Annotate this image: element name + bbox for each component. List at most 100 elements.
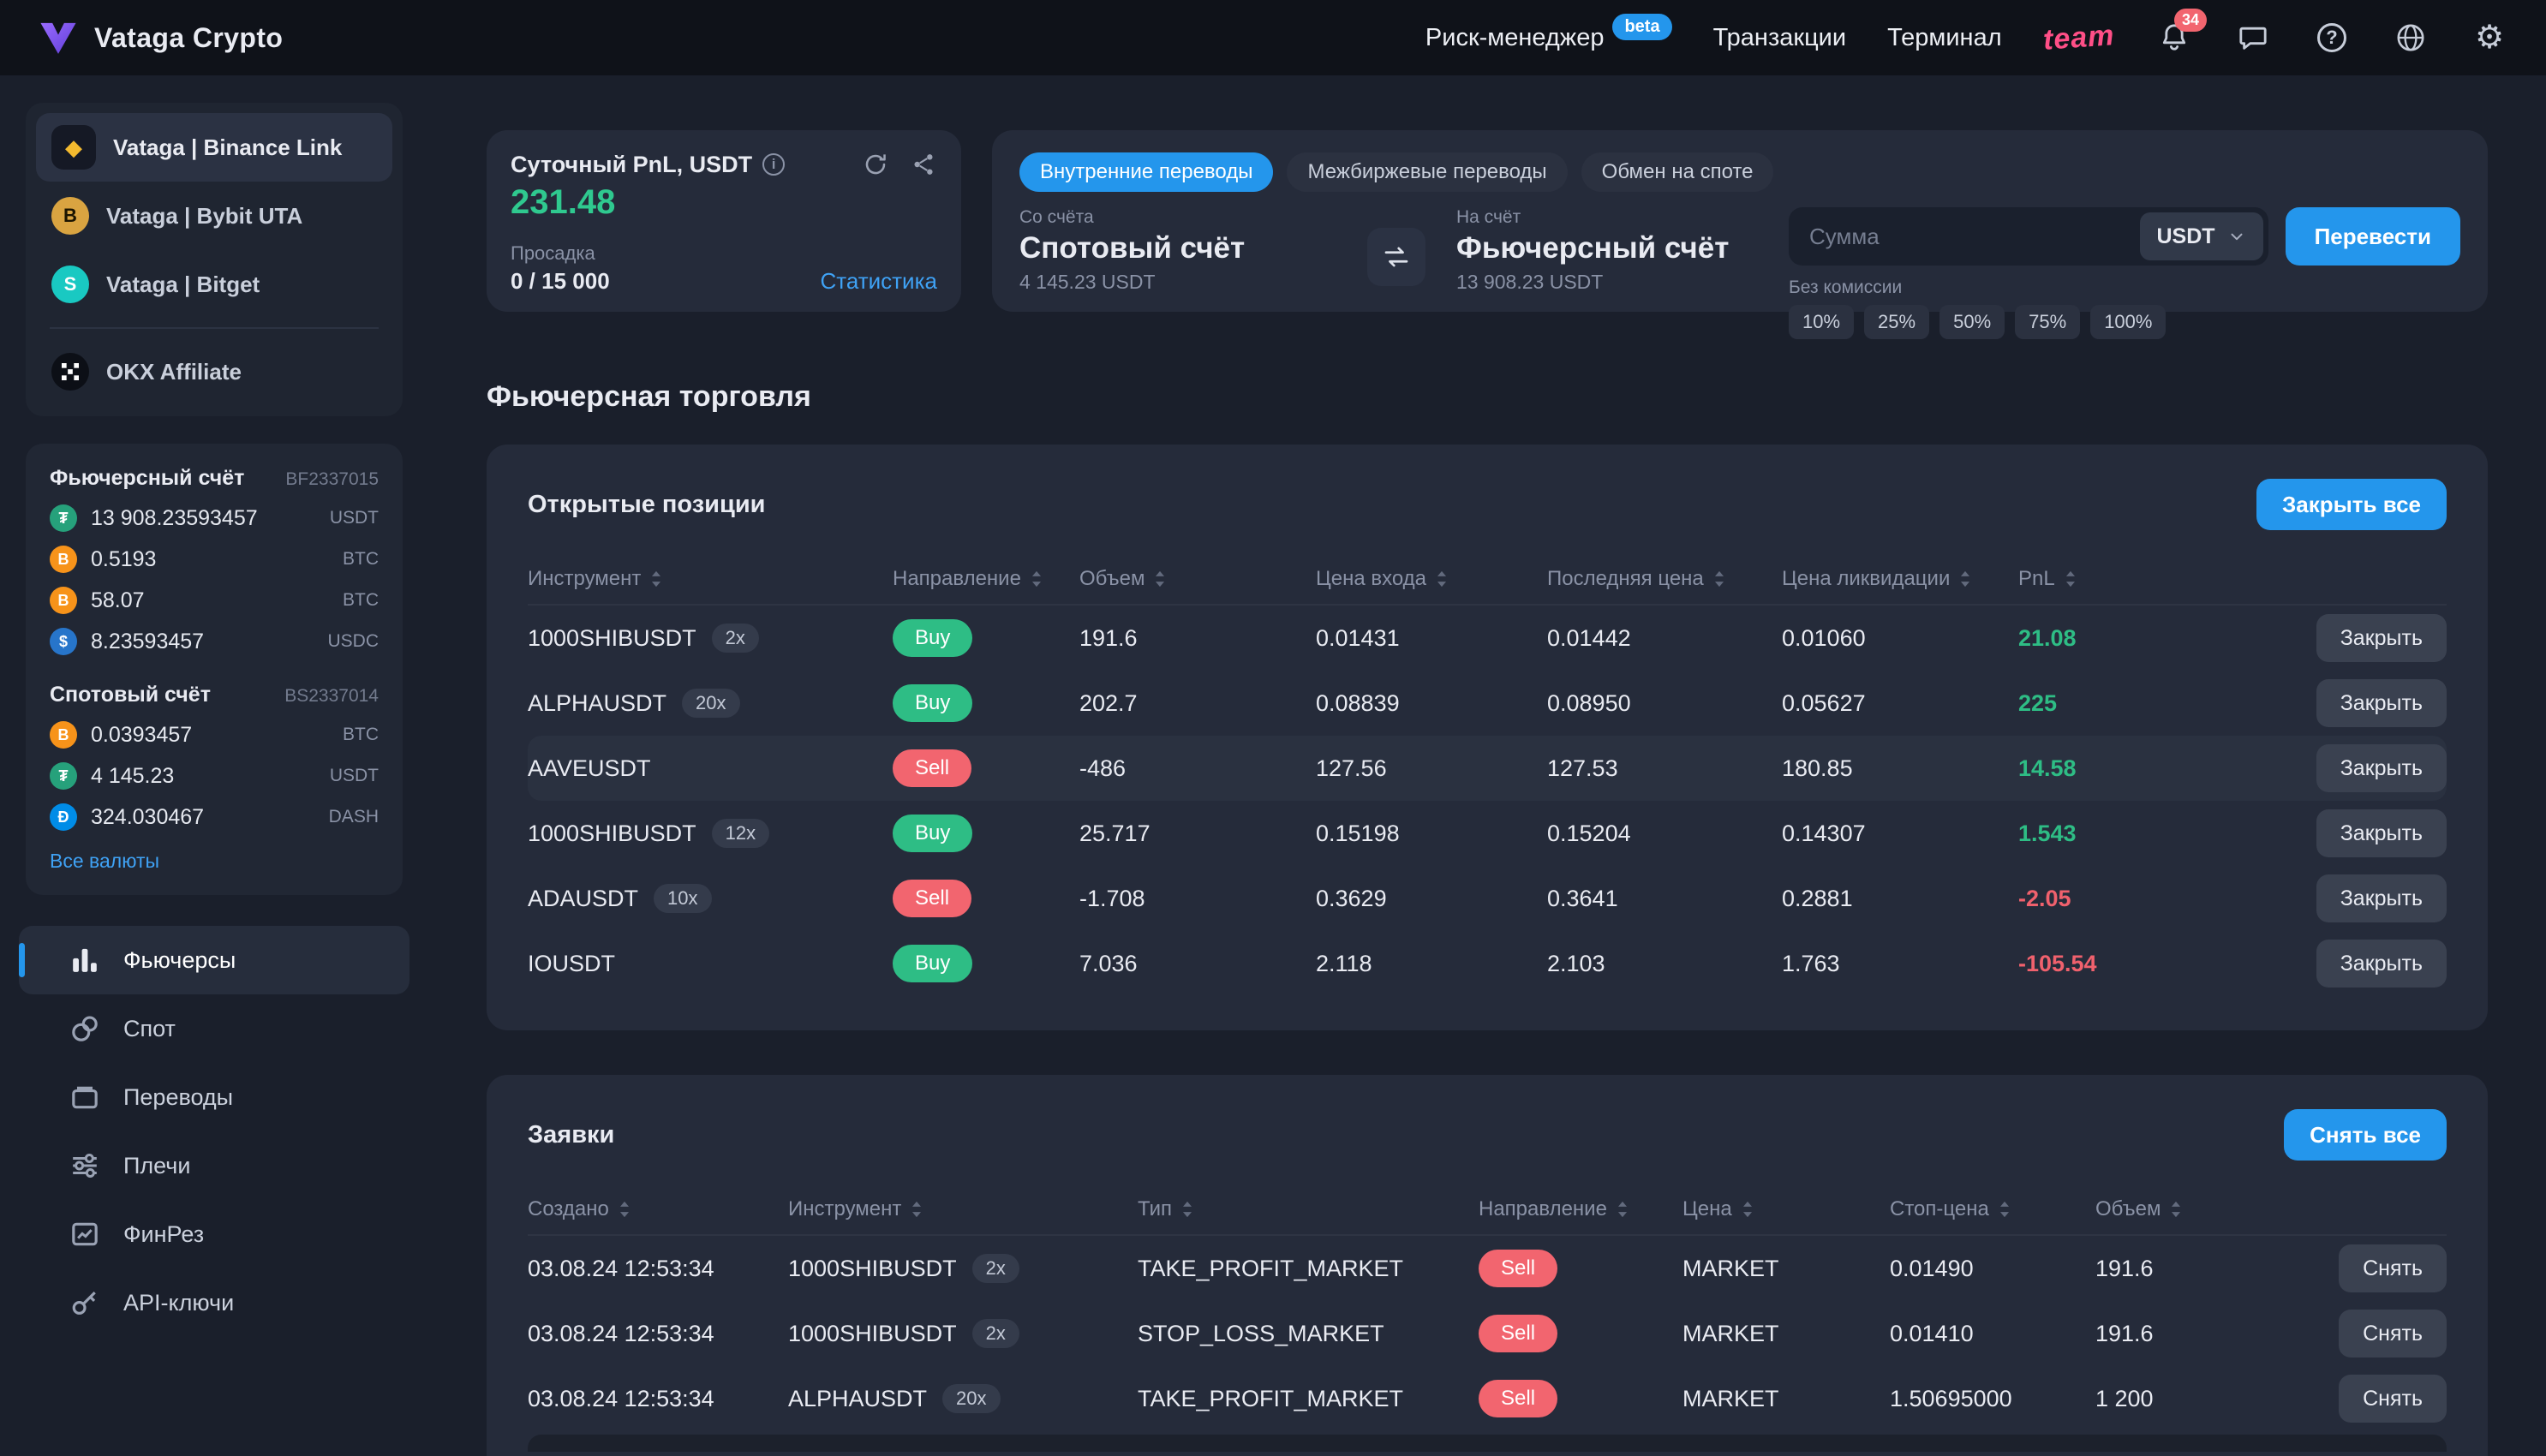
col-price[interactable]: Цена [1682, 1197, 1890, 1221]
sidebar-item-spot[interactable]: Спот [19, 994, 409, 1063]
col-entry-price[interactable]: Цена входа [1316, 567, 1547, 591]
orders-card: Заявки Снять все Создано Инструмент Тип … [487, 1075, 2488, 1456]
balance-row: B 0.5193 BTC [50, 546, 379, 573]
sliders-icon [70, 1151, 99, 1180]
btc-icon: B [50, 721, 77, 749]
position-row: ADAUSDT10x Sell -1.708 0.3629 0.3641 0.2… [528, 866, 2447, 931]
dash-icon: Ð [50, 803, 77, 831]
col-instrument[interactable]: Инструмент [788, 1197, 1138, 1221]
notifications-bell-icon[interactable]: 34 [2155, 19, 2193, 57]
info-icon[interactable]: i [762, 153, 785, 176]
account-label: Vataga | Bitget [106, 272, 260, 298]
balance-amount: 324.030467 [91, 805, 315, 830]
col-instrument[interactable]: Инструмент [528, 567, 893, 591]
cell-instrument: 1000SHIBUSDT2x [528, 624, 893, 653]
nav-terminal[interactable]: Терминал [1887, 24, 2002, 52]
sidebar-item-transfers[interactable]: Переводы [19, 1063, 409, 1131]
transfer-from-account[interactable]: Со счёта Спотовый счёт 4 145.23 USDT [1019, 207, 1336, 339]
close-position-button[interactable]: Закрыть [2316, 940, 2447, 988]
nav-transactions[interactable]: Транзакции [1713, 24, 1846, 52]
from-account-balance: 4 145.23 USDT [1019, 271, 1336, 294]
cell-entry: 0.01431 [1316, 625, 1547, 652]
balance-row: B 0.0393457 BTC [50, 721, 379, 749]
account-okx-affiliate[interactable]: OKX Affiliate [36, 337, 392, 406]
balance-ticker: BTC [343, 590, 379, 611]
percent-50-button[interactable]: 50% [1939, 305, 2005, 339]
cancel-order-button[interactable]: Снять [2339, 1244, 2447, 1292]
account-bitget[interactable]: S Vataga | Bitget [36, 250, 392, 319]
nav-risk-manager[interactable]: Риск-менеджер beta [1425, 24, 1672, 52]
account-label: Vataga | Bybit UTA [106, 203, 302, 230]
refresh-icon[interactable] [862, 151, 889, 178]
spot-coins-icon [70, 1014, 99, 1043]
settings-gear-icon[interactable]: ⚙ [2471, 19, 2508, 57]
bitget-icon: S [51, 266, 89, 303]
col-last-price[interactable]: Последняя цена [1547, 567, 1782, 591]
close-position-button[interactable]: Закрыть [2316, 874, 2447, 922]
help-icon[interactable]: ? [2313, 19, 2351, 57]
account-bybit-uta[interactable]: B Vataga | Bybit UTA [36, 182, 392, 250]
percent-75-button[interactable]: 75% [2015, 305, 2080, 339]
language-globe-icon[interactable] [2392, 19, 2429, 57]
sidebar-item-futures[interactable]: Фьючерсы [19, 926, 409, 994]
col-stop-price[interactable]: Стоп-цена [1890, 1197, 2095, 1221]
percent-100-button[interactable]: 100% [2090, 305, 2166, 339]
cell-liq: 1.763 [1782, 951, 2018, 977]
transfer-submit-button[interactable]: Перевести [2286, 207, 2460, 266]
sidebar-item-api-keys[interactable]: API-ключи [19, 1268, 409, 1337]
sidebar: ◆ Vataga | Binance Link B Vataga | Bybit… [0, 75, 428, 1456]
swap-accounts-button[interactable] [1367, 228, 1425, 286]
order-row: 03.08.24 12:53:34 1000SHIBUSDT2x STOP_LO… [528, 1301, 2447, 1366]
cell-instrument: 1000SHIBUSDT2x [788, 1254, 1138, 1283]
cell-volume: 7.036 [1079, 951, 1316, 977]
cancel-order-button[interactable]: Снять [2339, 1310, 2447, 1358]
tab-spot-exchange[interactable]: Обмен на споте [1581, 152, 1774, 192]
cell-liq: 0.14307 [1782, 820, 2018, 847]
account-binance-link[interactable]: ◆ Vataga | Binance Link [36, 113, 392, 182]
position-row: ALPHAUSDT20x Buy 202.7 0.08839 0.08950 0… [528, 671, 2447, 736]
col-side[interactable]: Направление [1479, 1197, 1682, 1221]
transfer-to-account[interactable]: На счёт Фьючерсный счёт 13 908.23 USDT [1456, 207, 1773, 339]
col-label: Стоп-цена [1890, 1197, 1989, 1221]
bybit-icon: B [51, 197, 89, 235]
share-icon[interactable] [910, 151, 937, 178]
close-position-button[interactable]: Закрыть [2316, 679, 2447, 727]
sidebar-item-finres[interactable]: ФинРез [19, 1200, 409, 1268]
close-position-button[interactable]: Закрыть [2316, 614, 2447, 662]
cell-instrument: ALPHAUSDT20x [528, 689, 893, 718]
notifications-count-badge: 34 [2174, 9, 2207, 32]
cell-type: TAKE_PROFIT_MARKET [1138, 1386, 1479, 1412]
col-type[interactable]: Тип [1138, 1197, 1479, 1221]
col-label: Цена [1682, 1197, 1732, 1221]
col-pnl[interactable]: PnL [2018, 567, 2284, 591]
close-all-button[interactable]: Закрыть все [2256, 479, 2447, 530]
cell-side: Buy [893, 619, 1079, 657]
sidebar-item-leverage[interactable]: Плечи [19, 1131, 409, 1200]
tab-interexchange-transfers[interactable]: Межбиржевые переводы [1287, 152, 1567, 192]
cell-pnl: 14.58 [2018, 755, 2284, 782]
currency-select[interactable]: USDT [2140, 212, 2263, 260]
amount-input[interactable] [1789, 224, 2135, 250]
menu-label: Плечи [123, 1153, 190, 1179]
percent-25-button[interactable]: 25% [1864, 305, 1929, 339]
all-currencies-link[interactable]: Все валюты [50, 850, 159, 873]
col-created[interactable]: Создано [528, 1197, 788, 1221]
col-volume[interactable]: Объем [2095, 1197, 2284, 1221]
balance-amount: 58.07 [91, 588, 329, 613]
cancel-order-button[interactable]: Снять [2339, 1375, 2447, 1423]
cancel-all-orders-button[interactable]: Снять все [2284, 1109, 2447, 1161]
close-position-button[interactable]: Закрыть [2316, 744, 2447, 792]
brand[interactable]: Vataga Crypto [38, 19, 283, 57]
col-liq-price[interactable]: Цена ликвидации [1782, 567, 2018, 591]
tab-internal-transfers[interactable]: Внутренние переводы [1019, 152, 1273, 192]
close-position-button[interactable]: Закрыть [2316, 809, 2447, 857]
cell-stop: 0.01490 [1890, 1256, 2095, 1282]
col-volume[interactable]: Объем [1079, 567, 1316, 591]
percent-10-button[interactable]: 10% [1789, 305, 1854, 339]
col-side[interactable]: Направление [893, 567, 1079, 591]
team-logo[interactable]: team [2041, 19, 2115, 57]
amount-field-wrap: USDT [1789, 207, 2268, 266]
statistics-link[interactable]: Статистика [820, 268, 937, 295]
support-chat-icon[interactable] [2234, 19, 2272, 57]
open-positions-card: Открытые позиции Закрыть все Инструмент … [487, 445, 2488, 1030]
